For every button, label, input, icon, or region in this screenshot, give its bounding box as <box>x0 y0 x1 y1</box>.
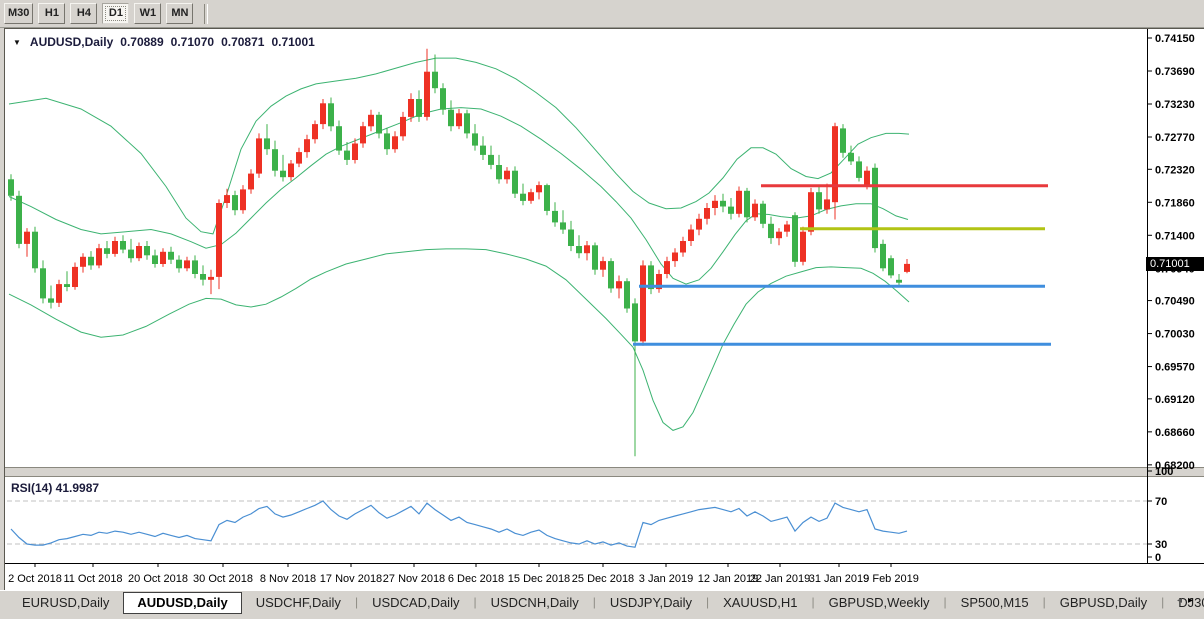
chart-window: 0.74150 0.73690 0.73230 0.72770 0.72320 0.718… <box>4 28 1204 592</box>
timeframe-button-mn[interactable]: MN <box>166 3 193 24</box>
date-axis-label: 8 Nov 2018 <box>260 573 316 585</box>
chart-tab-bar: EURUSD,DailyAUDUSD,DailyUSDCHF,Daily|USD… <box>0 590 1204 619</box>
rsi-axis-label: 0 <box>1155 552 1161 564</box>
chart-tab-sp500-m15[interactable]: SP500,M15 <box>947 592 1043 612</box>
price-axis-label: 0.73690 <box>1155 66 1195 78</box>
price-axis-label: 0.73230 <box>1155 99 1195 111</box>
current-price-badge: 0.71001 <box>1146 257 1204 271</box>
quote-high: 0.71070 <box>171 35 214 49</box>
candles <box>8 49 910 456</box>
price-axis-label: 0.72770 <box>1155 132 1195 144</box>
date-axis-label: 15 Dec 2018 <box>508 573 570 585</box>
date-axis-label: 25 Dec 2018 <box>572 573 634 585</box>
chart-tab-usdjpy-daily[interactable]: USDJPY,Daily <box>596 592 706 612</box>
timeframe-button-m30[interactable]: M30 <box>4 3 33 24</box>
timeframe-toolbar: M30H1H4D1W1MN <box>0 0 1204 28</box>
price-chart[interactable]: 0.74150 0.73690 0.73230 0.72770 0.72320 0.718… <box>5 29 1204 591</box>
price-axis-label: 0.70030 <box>1155 329 1195 341</box>
date-axis-label: 17 Nov 2018 <box>320 573 382 585</box>
chart-tab-gbpusd-daily[interactable]: GBPUSD,Daily <box>1046 592 1161 612</box>
chart-tab-gbpusd-weekly[interactable]: GBPUSD,Weekly <box>815 592 944 612</box>
date-axis-label: 27 Nov 2018 <box>383 573 445 585</box>
price-axis-label: 0.68660 <box>1155 427 1195 439</box>
price-axis-label: 0.70490 <box>1155 296 1195 308</box>
date-axis-label: 22 Jan 2019 <box>750 573 811 585</box>
rsi-indicator-label: RSI(14) 41.9987 <box>11 481 99 495</box>
date-axis-label: 11 Oct 2018 <box>63 573 122 585</box>
rsi-axis-label: 100 <box>1155 466 1173 478</box>
chart-dropdown-icon[interactable]: ▼ <box>13 38 21 47</box>
chart-tab-audusd-daily[interactable]: AUDUSD,Daily <box>123 592 241 614</box>
chart-tab-usdcnh-daily[interactable]: USDCNH,Daily <box>477 592 593 612</box>
panel-splitter[interactable] <box>5 468 1204 476</box>
bollinger-lower-band <box>9 249 909 431</box>
price-axis-label: 0.69120 <box>1155 394 1195 406</box>
price-axis-label: 0.69570 <box>1155 362 1195 374</box>
chart-title: ▼ AUDUSD,Daily 0.70889 0.71070 0.70871 0… <box>13 35 315 49</box>
date-axis-label: 3 Jan 2019 <box>639 573 693 585</box>
date-axis-label: 20 Oct 2018 <box>128 573 188 585</box>
date-axis-label: 6 Dec 2018 <box>448 573 504 585</box>
date-axis-label: 9 Feb 2019 <box>863 573 919 585</box>
chart-tab-eurusd-daily[interactable]: EURUSD,Daily <box>8 592 123 612</box>
toolbar-separator <box>204 4 208 24</box>
timeframe-button-d1[interactable]: D1 <box>102 3 129 24</box>
rsi-line <box>11 501 907 547</box>
rsi-axis-label: 70 <box>1155 496 1167 508</box>
quote-low: 0.70871 <box>221 35 264 49</box>
price-axis-label: 0.74150 <box>1155 33 1195 45</box>
date-axis-label: 31 Jan 2019 <box>809 573 870 585</box>
chart-tab-xauusd-h1[interactable]: XAUUSD,H1 <box>709 592 811 612</box>
rsi-axis-label: 30 <box>1155 539 1167 551</box>
tab-scroll-left-icon[interactable]: ◂ <box>1177 595 1188 606</box>
chart-tab-usdcad-daily[interactable]: USDCAD,Daily <box>358 592 473 612</box>
tab-scroll-arrows[interactable]: ◂▸ <box>1177 595 1199 606</box>
tab-scroll-right-icon[interactable]: ▸ <box>1188 595 1199 606</box>
timeframe-button-h4[interactable]: H4 <box>70 3 97 24</box>
price-axis-label: 0.71400 <box>1155 230 1195 242</box>
bollinger-upper-band <box>9 58 909 234</box>
timeframe-button-w1[interactable]: W1 <box>134 3 161 24</box>
bollinger-middle-band <box>9 108 908 285</box>
timeframe-button-h1[interactable]: H1 <box>38 3 65 24</box>
date-axis-label: 30 Oct 2018 <box>193 573 253 585</box>
quote-close: 0.71001 <box>271 35 314 49</box>
date-axis-label: 2 Oct 2018 <box>8 573 62 585</box>
price-axis-label: 0.71860 <box>1155 197 1195 209</box>
price-axis-label: 0.72320 <box>1155 164 1195 176</box>
chart-symbol-label: AUDUSD,Daily <box>30 35 113 49</box>
chart-tab-usdchf-daily[interactable]: USDCHF,Daily <box>242 592 355 612</box>
quote-open: 0.70889 <box>120 35 163 49</box>
